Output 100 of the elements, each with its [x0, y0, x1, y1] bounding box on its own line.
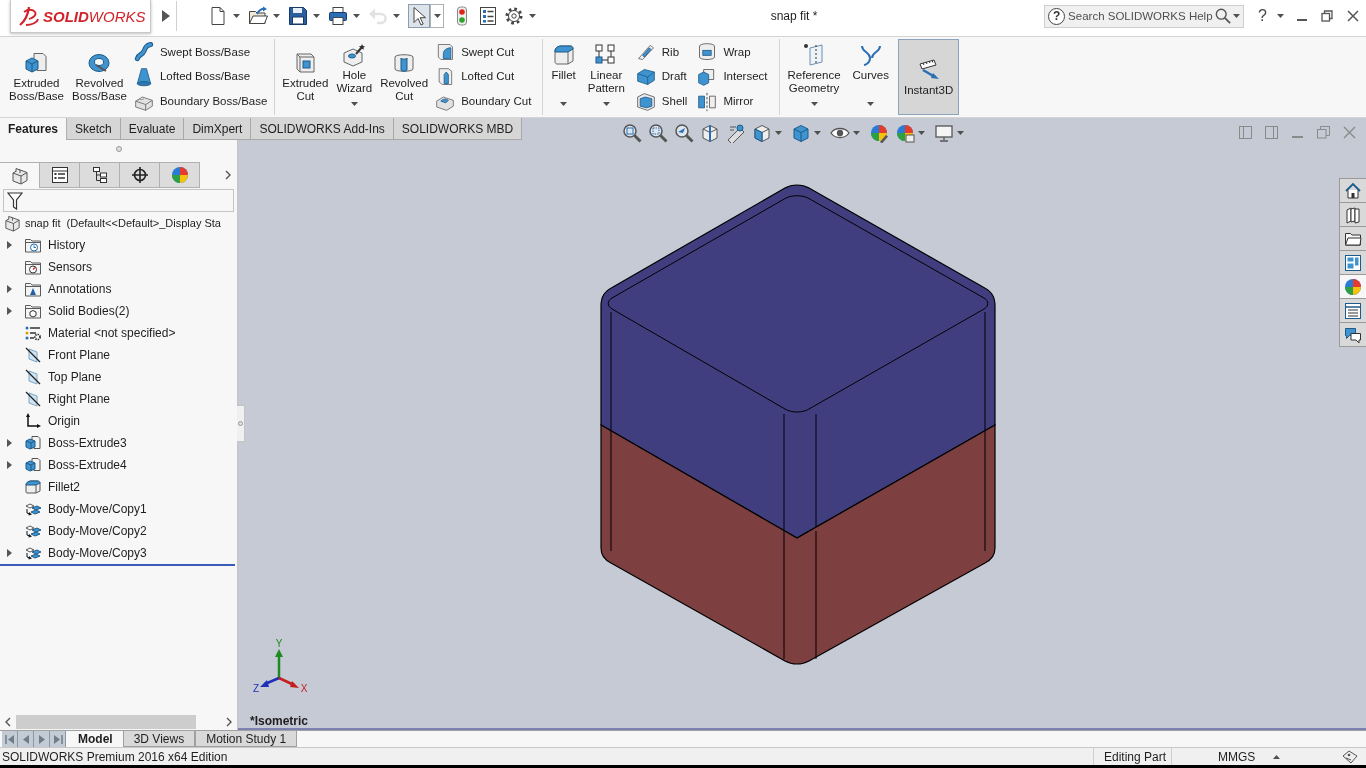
caret-icon[interactable] [775, 131, 782, 135]
diagonal-pin-icon[interactable] [726, 123, 746, 143]
caret-icon[interactable] [353, 14, 360, 18]
caret-icon[interactable] [313, 14, 320, 18]
color-ball-pencil-icon[interactable] [869, 123, 889, 143]
magnifier-box-icon[interactable] [622, 123, 642, 143]
handle-dot-icon[interactable] [115, 146, 122, 152]
tree-item[interactable]: Origin [48, 412, 80, 430]
command-tab[interactable]: Evaluate [120, 118, 185, 140]
tree-item[interactable]: Right Plane [48, 390, 111, 408]
close-icon[interactable] [1347, 10, 1359, 22]
solidworks-menu-button[interactable]: SOLIDWORKS [10, 0, 151, 33]
expand-arrow-icon[interactable] [7, 307, 12, 315]
tree-item[interactable]: Sensors [48, 258, 93, 276]
command-tab[interactable]: DimXpert [184, 118, 252, 140]
tag-icon[interactable] [1342, 749, 1358, 764]
scrollbar-thumb[interactable] [16, 715, 196, 729]
extruded-boss-button[interactable]: Extruded Boss/Base [6, 39, 67, 115]
panel-collapse-handle[interactable] [237, 405, 245, 442]
tree-item[interactable]: Boss-Extrude3 [48, 434, 127, 452]
dimxpert-manager-tab[interactable] [120, 162, 160, 188]
boundary-cut-button[interactable]: Boundary Cut [435, 90, 534, 113]
tree-item[interactable]: Body-Move/Copy2 [48, 522, 147, 540]
expand-arrow-icon[interactable] [7, 241, 12, 249]
tree-item[interactable]: Body-Move/Copy1 [48, 500, 147, 518]
monitor-icon[interactable] [934, 123, 954, 143]
expand-arrow-icon[interactable] [7, 439, 12, 447]
home-tab[interactable] [1340, 179, 1366, 203]
search-field[interactable]: Search SOLIDWORKS Help [1065, 5, 1216, 27]
lofted-boss-button[interactable]: Lofted Boss/Base [133, 66, 270, 88]
search-icon[interactable] [1215, 8, 1232, 24]
fillet-button[interactable]: Fillet [548, 39, 579, 115]
tree-item[interactable]: Top Plane [48, 368, 102, 386]
revolved-cut-button[interactable]: Revolved Cut [377, 39, 432, 115]
hole-wizard-button[interactable]: Hole Wizard [333, 39, 376, 115]
tab-scroll-button[interactable] [34, 731, 50, 747]
curves-button[interactable]: Curves [849, 39, 892, 115]
swept-boss-button[interactable]: Swept Boss/Base [133, 41, 270, 64]
bottom-tab[interactable]: Motion Study 1 [195, 731, 298, 747]
draft-button[interactable]: Draft [635, 66, 690, 88]
expand-arrow-icon[interactable] [7, 461, 12, 469]
restore-icon[interactable] [1321, 10, 1333, 22]
tree-root[interactable]: snap fit (Default<<Default>_Display Sta [25, 214, 221, 232]
cube-icon[interactable] [752, 123, 772, 143]
instant3d-button[interactable]: Instant3D [898, 39, 960, 115]
dropdown-button[interactable] [430, 4, 444, 28]
tree-item[interactable]: Front Plane [48, 346, 111, 364]
units-label[interactable]: MMGS [1218, 747, 1256, 766]
help-button[interactable]: ? [1048, 7, 1066, 25]
tree-item[interactable]: History [48, 236, 86, 254]
caret-icon[interactable] [1233, 14, 1241, 18]
bottom-tab[interactable]: 3D Views [122, 731, 196, 747]
help-menu-button[interactable]: ? [1258, 8, 1284, 24]
configuration-manager-tab[interactable] [80, 162, 120, 188]
boundary-boss-button[interactable]: Boundary Boss/Base [133, 90, 270, 113]
wrap-button[interactable]: Wrap [697, 41, 770, 64]
tree-item[interactable]: Body-Move/Copy3 [48, 544, 147, 562]
intersect-button[interactable]: Intersect [697, 66, 770, 88]
chevron-right-icon[interactable] [225, 170, 231, 180]
feature-tree-tab[interactable] [0, 162, 40, 188]
mirror-button[interactable]: Mirror [697, 90, 770, 113]
linear-pattern-button[interactable]: Linear Pattern [584, 39, 628, 115]
select-button[interactable] [408, 4, 430, 28]
magnifier-dashed-icon[interactable] [648, 123, 668, 143]
shaded-cube-icon[interactable] [791, 123, 811, 143]
tree-item[interactable]: Annotations [48, 280, 112, 298]
expand-arrow-icon[interactable] [7, 285, 12, 293]
sectioned-cube-icon[interactable] [700, 123, 720, 143]
new-button[interactable] [208, 4, 228, 28]
caret-icon[interactable] [957, 131, 964, 135]
property-manager-tab[interactable] [40, 162, 80, 188]
expand-arrow-icon[interactable] [7, 549, 12, 557]
lower-body[interactable] [600, 424, 996, 665]
upper-body[interactable] [600, 184, 996, 539]
search-box[interactable]: ? Search SOLIDWORKS Help [1044, 4, 1245, 28]
extruded-cut-button[interactable]: Extruded Cut [279, 39, 332, 115]
tab-scroll-button[interactable] [18, 731, 34, 747]
caret-icon[interactable] [273, 14, 280, 18]
caret-up-icon[interactable] [1273, 754, 1281, 759]
caret-icon[interactable] [529, 14, 536, 18]
chevron-left-icon[interactable] [5, 717, 11, 727]
tree-item[interactable]: Boss-Extrude4 [48, 456, 127, 474]
tab-scroll-button[interactable] [50, 731, 66, 747]
lofted-cut-button[interactable]: Lofted Cut [435, 66, 534, 88]
file-properties-button[interactable] [478, 4, 498, 28]
magnifier-arrow-icon[interactable] [674, 123, 694, 143]
rib-button[interactable]: Rib [635, 41, 690, 64]
tree-item[interactable]: Solid Bodies(2) [48, 302, 130, 320]
command-tab[interactable]: SOLIDWORKS Add-Ins [251, 118, 394, 140]
command-tab[interactable]: Sketch [67, 118, 121, 140]
shell-button[interactable]: Shell [635, 90, 690, 113]
caret-icon[interactable] [918, 131, 925, 135]
filter-field[interactable] [3, 189, 234, 212]
triangle-right-icon[interactable] [162, 10, 170, 22]
caret-icon[interactable] [814, 131, 821, 135]
revolved-boss-button[interactable]: Revolved Boss/Base [68, 39, 130, 115]
command-tab[interactable]: SOLIDWORKS MBD [393, 118, 523, 140]
reference-geometry-button[interactable]: Reference Geometry [784, 39, 844, 115]
print-button[interactable] [328, 4, 348, 28]
save-button[interactable] [288, 4, 308, 28]
